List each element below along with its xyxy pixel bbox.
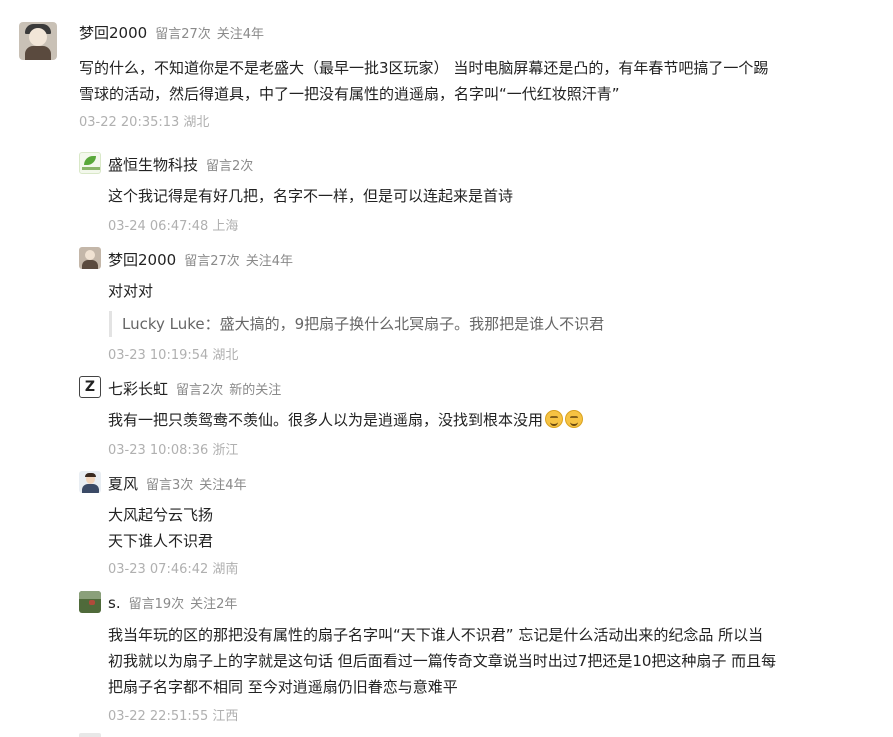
reply-text-line: 对对对 <box>108 282 154 300</box>
comment-count: 留言2次 <box>176 383 224 398</box>
avatar[interactable]: Z <box>79 376 101 398</box>
reply-header: 七彩长虹 留言2次 新的关注 <box>108 378 281 399</box>
smile-emoji <box>565 410 584 428</box>
reply-text: 我有一把只羡鸳鸯不羡仙。很多人以为是逍遥扇，没找到根本没用 <box>108 411 544 429</box>
follow-duration: 关注4年 <box>216 27 265 42</box>
comment-count: 留言3次 <box>146 478 194 493</box>
username[interactable]: s. <box>108 594 121 612</box>
follow-status: 新的关注 <box>229 383 282 398</box>
reply-time: 03-24 06:47:48 上海 <box>108 219 239 234</box>
reply-header: 梦回2000 留言27次 关注4年 <box>108 249 293 270</box>
reply-time: 03-23 10:08:36 浙江 <box>108 443 239 458</box>
username[interactable]: 七彩长虹 <box>108 378 168 399</box>
next-avatar-partial <box>79 733 101 737</box>
reply-text-line: 天下谁人不识君 <box>108 532 214 550</box>
comment-count: 留言27次 <box>155 27 211 42</box>
username[interactable]: 夏风 <box>108 473 138 494</box>
smile-emoji <box>545 410 564 428</box>
reply-text-line: 初我就以为扇子上的字就是这句话 但后面看过一篇传奇文章说当时出过7把还是10把这… <box>108 652 777 670</box>
reply-text-line: 这个我记得是有好几把，名字不一样，但是可以连起来是首诗 <box>108 187 514 205</box>
comment-time: 03-22 20:35:13 湖北 <box>79 115 210 130</box>
reply-text-line: 大风起兮云飞扬 <box>108 506 214 524</box>
avatar[interactable] <box>79 152 101 174</box>
reply-header: 盛恒生物科技 留言2次 <box>108 154 253 175</box>
reply-header: s. 留言19次 关注2年 <box>108 593 237 612</box>
avatar[interactable] <box>79 591 101 613</box>
comment-text-line: 写的什么，不知道你是不是老盛大（最早一批3区玩家） 当时电脑屏幕还是凸的，有年春… <box>79 59 769 77</box>
reply-text-line: 把扇子名字都不相同 至今对逍遥扇仍旧眷恋与意难平 <box>108 678 458 696</box>
avatar[interactable] <box>19 22 57 60</box>
reply-time: 03-23 10:19:54 湖北 <box>108 348 239 363</box>
reply-text-line: 我有一把只羡鸳鸯不羡仙。很多人以为是逍遥扇，没找到根本没用 <box>108 407 584 433</box>
username[interactable]: 梦回2000 <box>79 22 147 43</box>
reply-time: 03-22 22:51:55 江西 <box>108 709 239 724</box>
reply-time: 03-23 07:46:42 湖南 <box>108 562 239 577</box>
comment-count: 留言19次 <box>128 597 185 612</box>
avatar[interactable] <box>79 471 101 493</box>
comment-count: 留言2次 <box>206 159 254 174</box>
follow-duration: 关注2年 <box>190 597 238 612</box>
comment-text-line: 雪球的活动，然后得道具，中了一把没有属性的逍遥扇，名字叫“一代红妆照汗青” <box>79 85 620 103</box>
comment-count: 留言27次 <box>184 254 240 269</box>
reply-text-line: 我当年玩的区的那把没有属性的扇子名字叫“天下谁人不识君” 忘记是什么活动出来的纪… <box>108 626 764 644</box>
follow-duration: 关注4年 <box>199 478 247 493</box>
username[interactable]: 盛恒生物科技 <box>108 154 198 175</box>
quoted-reply: Lucky Luke：盛大搞的，9把扇子换什么北冥扇子。我那把是谁人不识君 <box>109 311 604 337</box>
reply-header: 夏风 留言3次 关注4年 <box>108 473 247 494</box>
username[interactable]: 梦回2000 <box>108 249 176 270</box>
comment-thread: 梦回2000 留言27次 关注4年 写的什么，不知道你是不是老盛大（最早一批3区… <box>0 0 893 737</box>
comment-header: 梦回2000 留言27次 关注4年 <box>79 22 264 43</box>
follow-duration: 关注4年 <box>245 254 294 269</box>
avatar[interactable] <box>79 247 101 269</box>
